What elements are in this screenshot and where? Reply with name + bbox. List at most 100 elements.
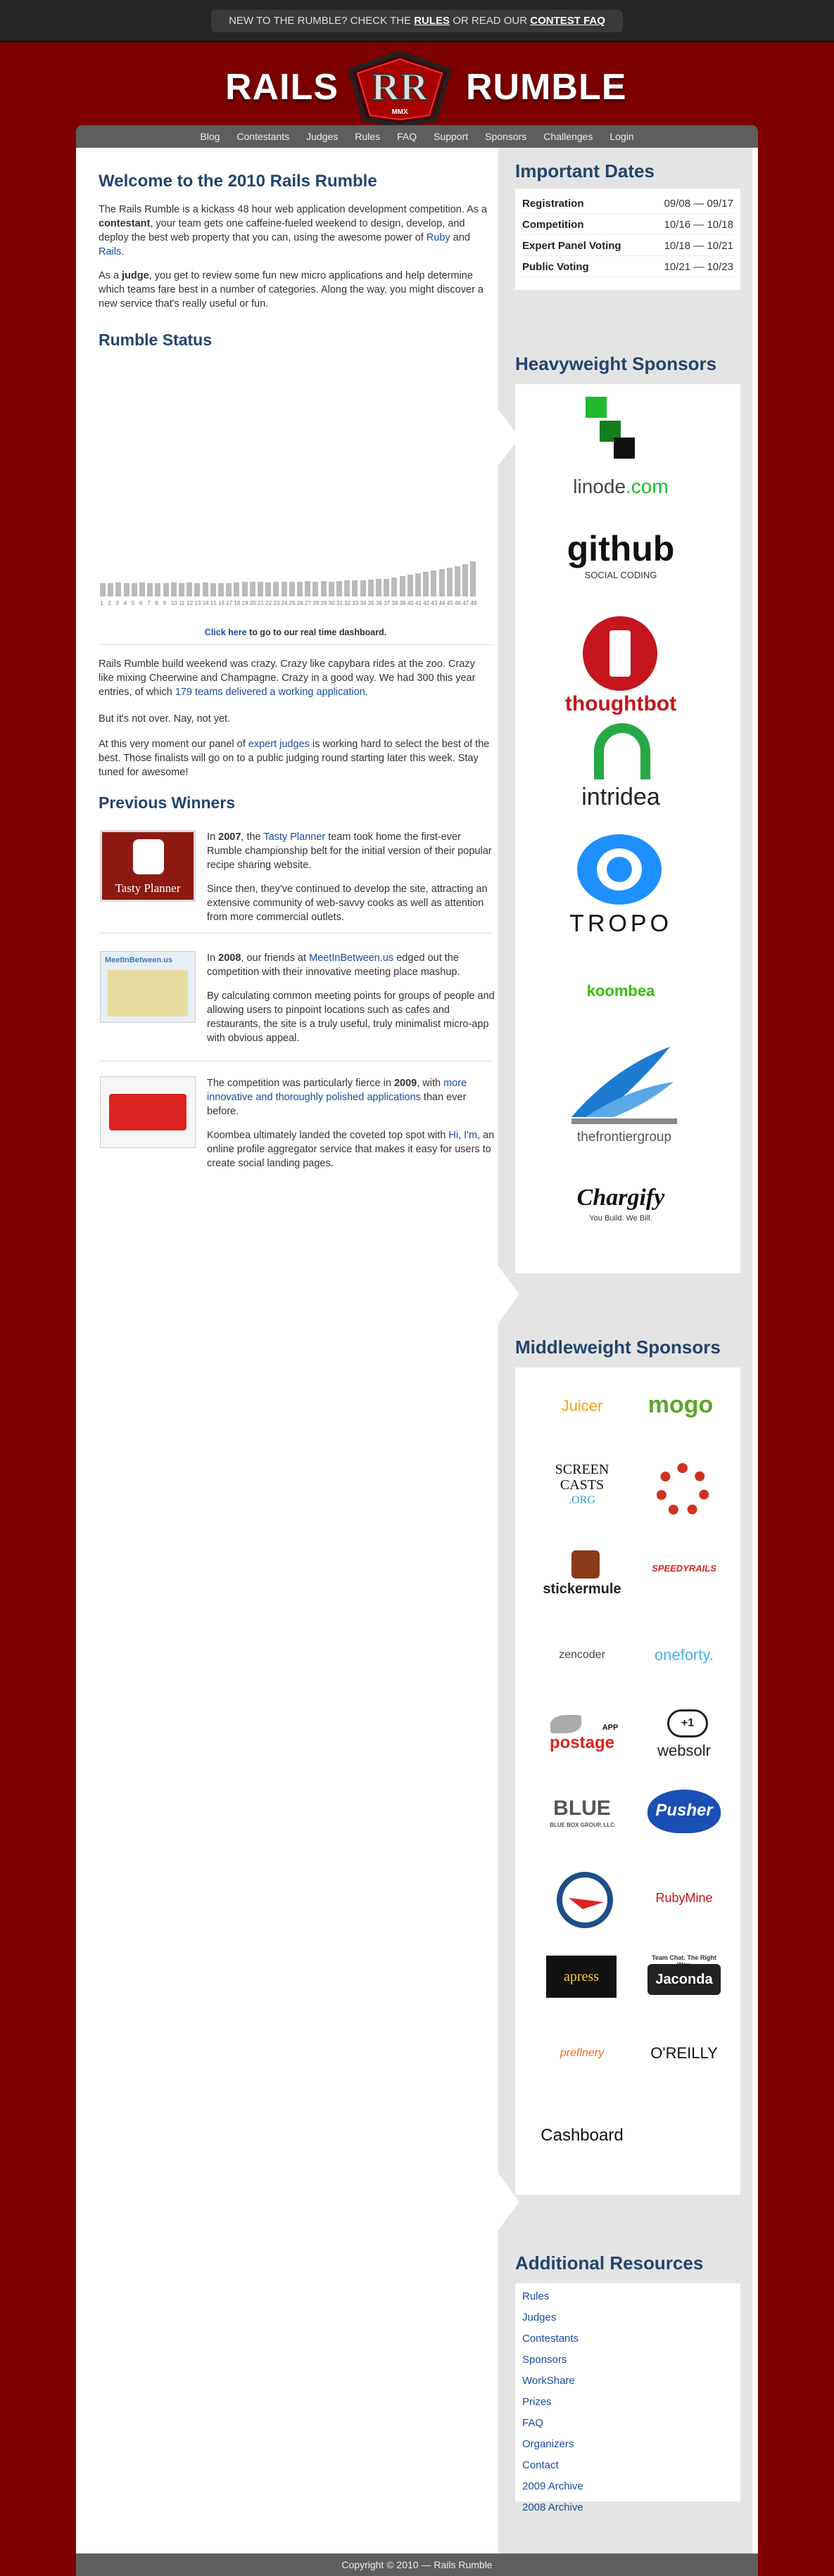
stickermule-logo[interactable]: stickermule xyxy=(536,1581,628,1598)
github-tagline: SOCIAL CODING xyxy=(584,570,657,580)
resource-link-prizes[interactable]: Prizes xyxy=(522,2396,552,2408)
chart-bar xyxy=(265,582,272,597)
linode-wordmark[interactable]: linode.com xyxy=(550,476,691,498)
announcement-text-2: OR READ OUR xyxy=(450,15,531,27)
divider xyxy=(99,644,493,645)
nav-support[interactable]: Support xyxy=(434,131,468,142)
frontier-group-wordmark[interactable]: thefrontiergroup xyxy=(543,1130,705,1145)
chart-bar xyxy=(431,570,437,597)
thoughtbot-robot-icon[interactable] xyxy=(583,616,657,691)
nav-blog[interactable]: Blog xyxy=(200,131,220,142)
sidebar-notch xyxy=(498,1266,519,1322)
top-announcement-bar: NEW TO THE RUMBLE? CHECK THE RULES OR RE… xyxy=(0,0,834,42)
tasty-planner-thumbnail[interactable]: Tasty Planner xyxy=(100,830,196,902)
chart-tick-label: 34 xyxy=(360,600,367,606)
resource-link-2008-archive[interactable]: 2008 Archive xyxy=(522,2501,583,2513)
contest-faq-link[interactable]: CONTEST FAQ xyxy=(530,15,605,27)
github-logo[interactable]: github xyxy=(550,528,691,569)
chart-tick-label: 25 xyxy=(289,600,296,606)
app-postage-prefix: APP xyxy=(602,1723,619,1732)
chart-tick-label: 22 xyxy=(265,600,272,606)
chart-bar xyxy=(108,582,114,597)
intridea-wordmark[interactable]: intridea xyxy=(550,784,691,811)
chart-bar xyxy=(179,582,184,597)
koombea-logo[interactable]: koombea xyxy=(550,982,691,1000)
site-brand[interactable]: RAILS RR MMX RUMBLE xyxy=(0,42,834,127)
chart-bar xyxy=(328,581,334,597)
chart-tick-label: 30 xyxy=(328,600,335,606)
apress-logo[interactable]: apress xyxy=(546,1956,617,1998)
chart-tick-label: 15 xyxy=(210,600,217,606)
chart-bar xyxy=(446,568,453,597)
rubymine-logo[interactable]: RubyMine xyxy=(642,1891,726,1906)
chart-tick-label: 40 xyxy=(407,600,414,606)
frontier-group-icon[interactable] xyxy=(571,1040,677,1124)
chart-tick-label: 3 xyxy=(115,600,119,606)
resource-link-organizers[interactable]: Organizers xyxy=(522,2438,574,2450)
screencasts-logo[interactable]: SCREEN CASTS .ORG xyxy=(543,1462,621,1508)
websolr-logo[interactable]: websolr xyxy=(642,1742,726,1760)
bluebox-logo[interactable]: BLUE xyxy=(536,1797,628,1821)
resource-link-judges[interactable]: Judges xyxy=(522,2312,556,2323)
chart-bar xyxy=(147,582,153,597)
compass-logo-icon[interactable] xyxy=(555,1870,615,1930)
nav-judges[interactable]: Judges xyxy=(306,131,338,142)
dashboard-link[interactable]: Click here xyxy=(205,627,247,637)
chart-bar xyxy=(131,582,137,597)
resource-link-contestants[interactable]: Contestants xyxy=(522,2333,579,2345)
chart-tick-label: 27 xyxy=(305,600,312,606)
nav-rules[interactable]: Rules xyxy=(355,131,380,142)
linode-logo-icon[interactable] xyxy=(579,397,635,467)
tasty-planner-link[interactable]: Tasty Planner xyxy=(263,831,325,843)
zencoder-logo[interactable]: zencoder xyxy=(536,1649,628,1662)
jaconda-logo[interactable]: Jaconda xyxy=(647,1964,721,1995)
tropo-wordmark[interactable]: TROPO xyxy=(550,910,691,938)
chart-tick-label: 36 xyxy=(376,600,382,606)
nav-sponsors[interactable]: Sponsors xyxy=(485,131,526,142)
oreilly-logo[interactable]: O'REILLY xyxy=(642,2044,726,2062)
chart-tick-label: 1 xyxy=(100,600,103,606)
chart-tick-label: 7 xyxy=(147,600,151,606)
mogo-logo[interactable]: mogo xyxy=(642,1391,719,1419)
nav-challenges[interactable]: Challenges xyxy=(543,131,593,142)
meetinbetween-link[interactable]: MeetInBetween.us xyxy=(309,952,393,964)
nav-faq[interactable]: FAQ xyxy=(397,131,417,142)
himn-thumbnail[interactable] xyxy=(100,1076,196,1148)
rules-link[interactable]: RULES xyxy=(414,15,450,27)
chart-bar xyxy=(470,561,476,597)
teams-delivered-link[interactable]: 179 teams delivered a working applicatio… xyxy=(175,687,365,698)
ruby-link[interactable]: Ruby xyxy=(427,232,450,243)
him-link[interactable]: Hi, I'm xyxy=(448,1130,477,1141)
thoughtbot-wordmark[interactable]: thoughtbot xyxy=(550,692,691,716)
chart-tick-label: 12 xyxy=(187,600,194,606)
resource-link-sponsors[interactable]: Sponsors xyxy=(522,2354,567,2366)
resource-link-workshare[interactable]: WorkShare xyxy=(522,2375,575,2387)
flower-logo-icon[interactable] xyxy=(656,1463,709,1517)
preflnery-logo[interactable]: preflnery xyxy=(536,2047,628,2060)
meetinbetween-thumbnail[interactable]: MeetInBetween.us xyxy=(100,951,196,1023)
chart-bar xyxy=(139,582,145,597)
intridea-logo-icon[interactable] xyxy=(594,723,650,779)
juicer-logo[interactable]: Juicer xyxy=(543,1397,621,1415)
chart-tick-label: 6 xyxy=(139,600,143,606)
status-paragraph-3: At this very moment our panel of expert … xyxy=(99,739,490,778)
rails-link[interactable]: Rails xyxy=(99,246,121,257)
chart-bar xyxy=(249,581,255,597)
tropo-logo-icon[interactable] xyxy=(577,834,662,905)
resource-link-faq[interactable]: FAQ xyxy=(522,2417,543,2429)
resource-link-contact[interactable]: Contact xyxy=(522,2459,559,2471)
expert-judges-link[interactable]: expert judges xyxy=(248,739,310,750)
oneforty-logo[interactable]: oneforty. xyxy=(642,1646,726,1664)
pusher-logo[interactable]: Pusher xyxy=(647,1790,721,1833)
chart-bar xyxy=(360,580,366,597)
resource-link-2009-archive[interactable]: 2009 Archive xyxy=(522,2480,583,2492)
chart-tick-label: 31 xyxy=(336,600,343,606)
nav-contestants[interactable]: Contestants xyxy=(236,131,289,142)
chargify-logo[interactable]: Chargify xyxy=(550,1185,691,1211)
resource-link-rules[interactable]: Rules xyxy=(522,2290,549,2302)
cashboard-logo[interactable]: Cashboard xyxy=(536,2126,628,2145)
app-postage-logo[interactable]: postage xyxy=(536,1733,628,1753)
nav-login[interactable]: Login xyxy=(609,131,633,142)
chart-bar xyxy=(438,569,445,597)
speedyrails-logo[interactable]: SPEEDYRAILS xyxy=(642,1563,726,1574)
